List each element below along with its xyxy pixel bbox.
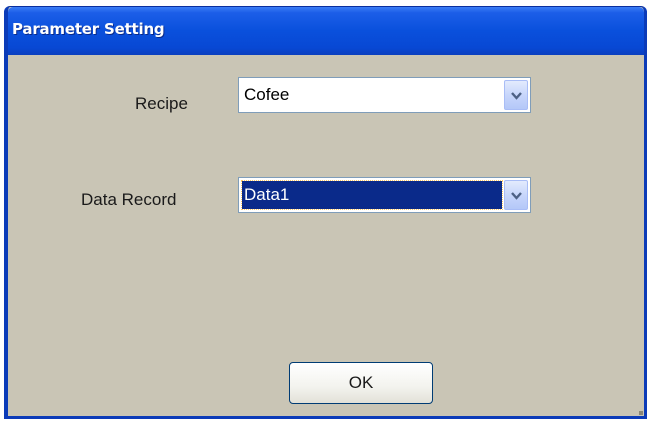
chevron-down-icon bbox=[511, 92, 522, 100]
data-record-label: Data Record bbox=[81, 190, 177, 209]
recipe-label: Recipe bbox=[135, 94, 188, 113]
data-record-value: Data1 bbox=[241, 180, 503, 210]
data-record-dropdown-button[interactable] bbox=[504, 180, 528, 210]
ok-button[interactable]: OK bbox=[289, 362, 433, 404]
recipe-value: Cofee bbox=[244, 85, 290, 104]
recipe-dropdown[interactable]: Cofee bbox=[238, 77, 531, 113]
resize-grip[interactable] bbox=[639, 411, 643, 415]
chevron-down-icon bbox=[511, 192, 522, 200]
parameter-setting-dialog: Parameter Setting Recipe Cofee Data Reco… bbox=[4, 6, 647, 419]
recipe-dropdown-button[interactable] bbox=[504, 80, 528, 110]
dialog-title: Parameter Setting bbox=[12, 20, 165, 38]
data-record-dropdown[interactable]: Data1 bbox=[238, 177, 531, 213]
title-bar[interactable]: Parameter Setting bbox=[8, 7, 644, 55]
